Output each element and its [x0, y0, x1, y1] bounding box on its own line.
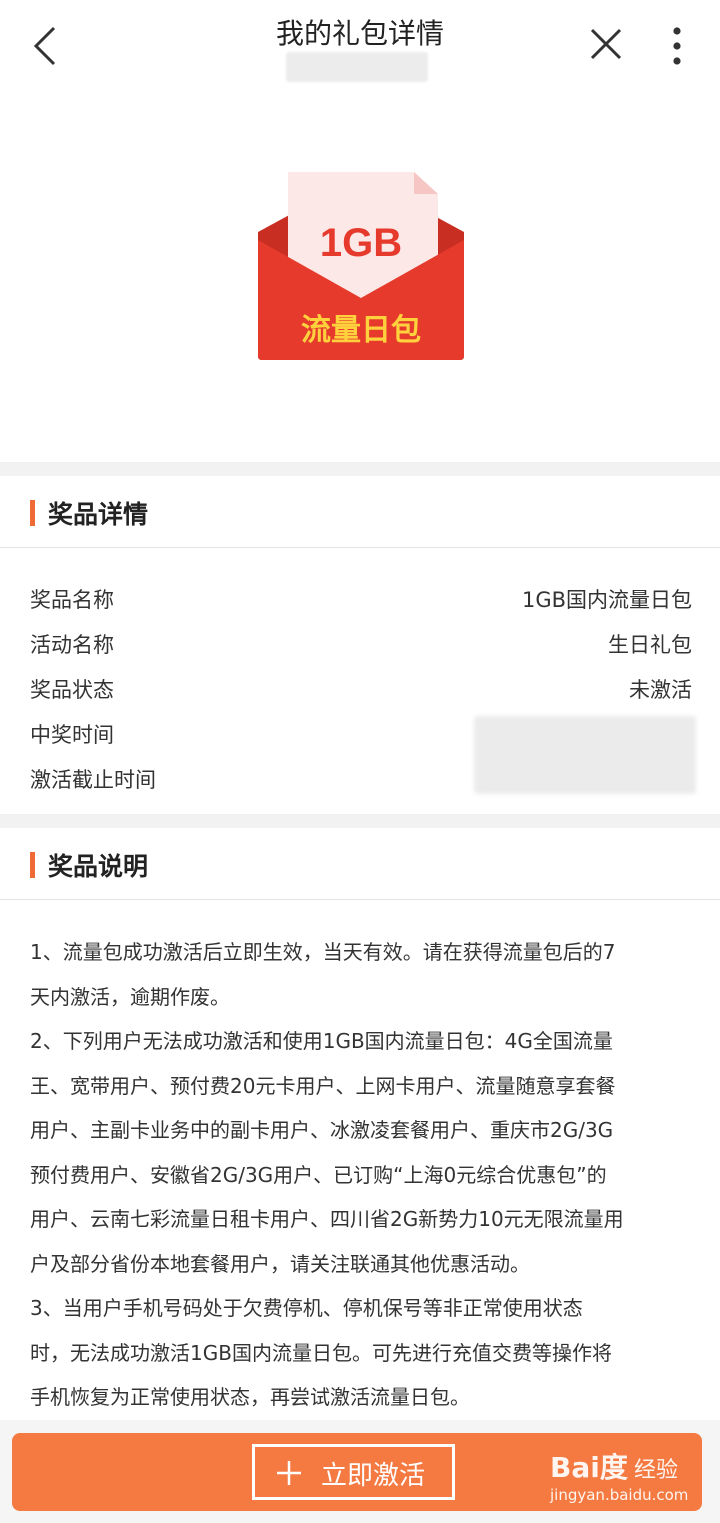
prize-details-header: 奖品详情 [0, 476, 720, 548]
close-button[interactable] [586, 24, 626, 64]
gift-hero: 1GB 流量日包 [0, 92, 720, 462]
description-line: 预付费用户、安徽省2G/3G用户、已订购“上海0元综合优惠包”的 [30, 1162, 607, 1187]
description-line: 时，无法成功激活1GB国内流量日包。可先进行充值交费等操作将 [30, 1340, 612, 1365]
description-line: 1、流量包成功激活后立即生效，当天有效。请在获得流量包后的7 [30, 940, 616, 964]
activate-label: 立即激活 [321, 1461, 426, 1491]
more-vertical-icon [673, 27, 681, 65]
detail-label: 激活截止时间 [30, 768, 156, 792]
close-icon [590, 28, 622, 60]
detail-row-prize-status: 奖品状态 未激活 [30, 666, 692, 706]
detail-label: 奖品名称 [30, 588, 114, 612]
prize-description-title: 奖品说明 [48, 852, 149, 881]
detail-label: 奖品状态 [30, 678, 114, 702]
gift-name: 流量日包 [301, 313, 421, 348]
blurred-subtitle [286, 52, 428, 82]
description-line: 天内激活，逾期作废。 [30, 984, 230, 1009]
detail-value: 生日礼包 [608, 633, 692, 657]
detail-value: 未激活 [629, 678, 692, 702]
prize-details-title: 奖品详情 [48, 500, 149, 529]
prize-description-header: 奖品说明 [0, 828, 720, 900]
watermark-brand: Bai度 [550, 1451, 628, 1484]
detail-row-prize-name: 奖品名称 1GB国内流量日包 [30, 576, 692, 616]
blurred-dates [474, 716, 696, 794]
detail-label: 中奖时间 [30, 723, 114, 747]
detail-value: 1GB国内流量日包 [521, 588, 692, 612]
gift-amount: 1GB [320, 221, 402, 265]
description-line: 户及部分省份本地套餐用户，请关注联通其他优惠活动。 [30, 1251, 530, 1276]
section-accent-bar [30, 500, 35, 526]
prize-description-text: 1、流量包成功激活后立即生效，当天有效。请在获得流量包后的7 天内激活，逾期作废… [30, 930, 690, 1420]
top-bar: 我的礼包详情 [0, 0, 720, 92]
watermark-url: jingyan.baidu.com [550, 1486, 689, 1504]
description-line: 用户、云南七彩流量日租卡用户、四川省2G新势力10元无限流量用 [30, 1207, 624, 1231]
baidu-jingyan-watermark: Bai度 经验 jingyan.baidu.com [548, 1440, 718, 1510]
description-line: 2、下列用户无法成功激活和使用1GB国内流量日包：4G全国流量 [30, 1029, 613, 1053]
activate-button-frame: 立即激活 [252, 1444, 455, 1500]
section-accent-bar [30, 852, 35, 878]
prize-description-section: 奖品说明 1、流量包成功激活后立即生效，当天有效。请在获得流量包后的7 天内激活… [0, 828, 720, 1428]
more-button[interactable] [662, 24, 692, 68]
description-line: 3、当用户手机号码处于欠费停机、停机保号等非正常使用状态 [30, 1296, 583, 1320]
detail-label: 活动名称 [30, 633, 114, 657]
description-line: 用户、主副卡业务中的副卡用户、冰激凌套餐用户、重庆市2G/3G [30, 1118, 614, 1142]
red-envelope-icon: 1GB 流量日包 [258, 172, 464, 360]
description-line: 王、宽带用户、预付费20元卡用户、上网卡用户、流量随意享套餐 [30, 1073, 616, 1098]
prize-details-section: 奖品详情 奖品名称 1GB国内流量日包 活动名称 生日礼包 奖品状态 未激活 中… [0, 476, 720, 814]
description-line: 手机恢复为正常使用状态，再尝试激活流量日包。 [30, 1385, 470, 1409]
watermark-product: 经验 [634, 1458, 679, 1483]
detail-row-activity-name: 活动名称 生日礼包 [30, 621, 692, 661]
plus-icon [277, 1461, 301, 1485]
